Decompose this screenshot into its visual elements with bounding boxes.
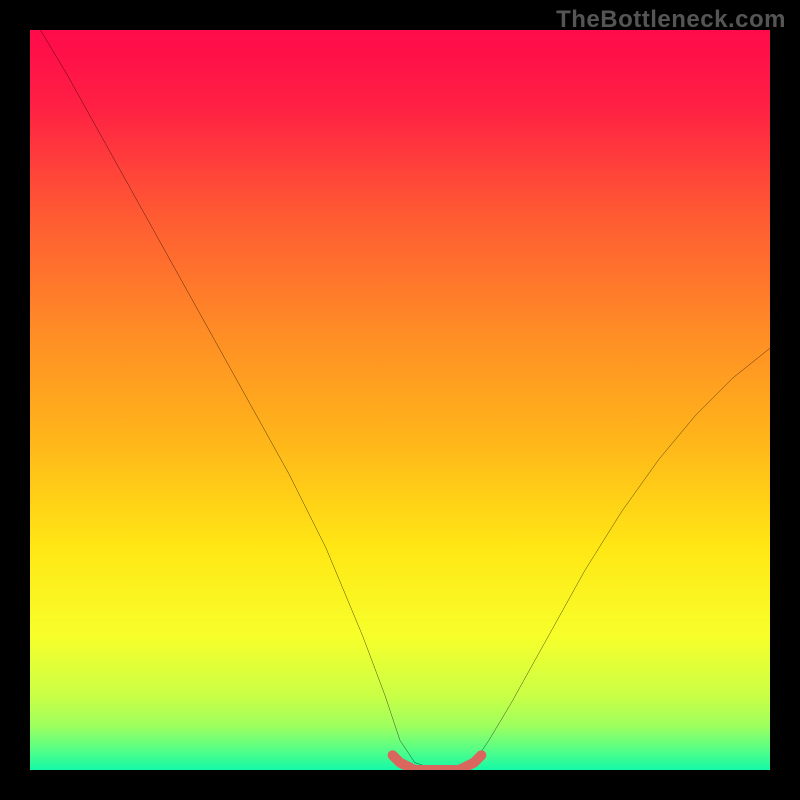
- watermark-text: TheBottleneck.com: [556, 6, 786, 34]
- bottleneck-chart: [30, 30, 770, 770]
- chart-container: TheBottleneck.com: [0, 0, 800, 800]
- gradient-background: [30, 30, 770, 770]
